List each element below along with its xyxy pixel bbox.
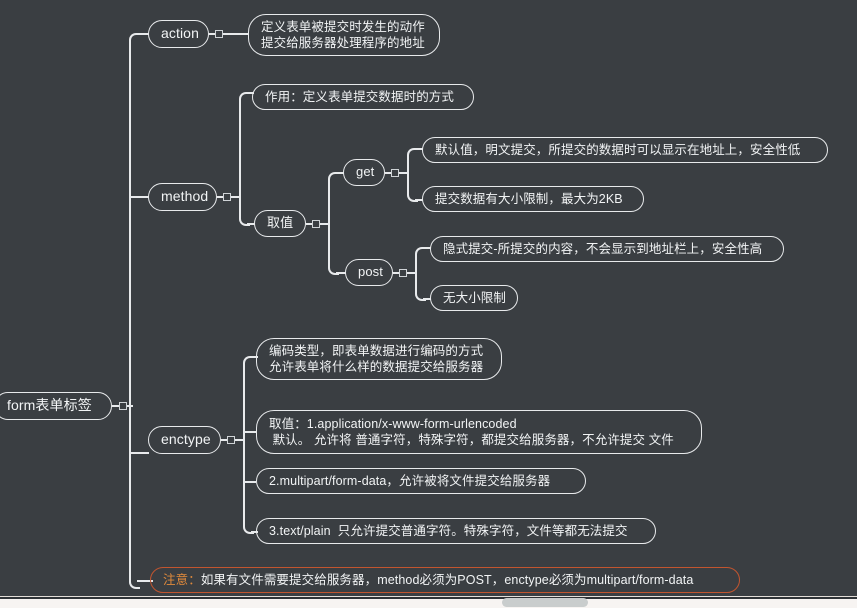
leaf-enctype-value-1-line-2: 默认。 允许将 普通字符，特殊字符，都提交给服务器，不允许提交 文件 <box>269 433 674 447</box>
connector-enctype-v1-in <box>243 431 256 433</box>
root-node-label: form表单标签 <box>7 397 92 414</box>
connector-method-purpose-elbow <box>239 92 250 108</box>
leaf-enctype-value-1[interactable]: 取值：1.application/x-www-form-urlencoded 默… <box>256 410 702 454</box>
connector-enctype-in <box>131 452 149 454</box>
leaf-post-no-size-limit[interactable]: 无大小限制 <box>430 285 518 311</box>
root-collapse-toggle[interactable] <box>119 402 127 410</box>
connector-enctype-v2-in <box>243 481 256 483</box>
branch-node-method[interactable]: method <box>148 183 217 211</box>
leaf-enctype-description-line-2: 允许表单将什么样的数据提交给服务器 <box>269 360 484 374</box>
leaf-method-purpose[interactable]: 作用：定义表单提交数据时的方式 <box>252 84 474 110</box>
leaf-get-size-limit-text: 提交数据有大小限制，最大为2KB <box>435 192 623 206</box>
connector-get-stub <box>399 172 407 174</box>
note-node-text: 注意：如果有文件需要提交给服务器，method必须为POST，enctype必须… <box>163 572 727 588</box>
connector-method-stub <box>231 196 239 198</box>
root-node[interactable]: form表单标签 <box>0 392 112 420</box>
leaf-enctype-value-3-text: 3.text/plain 只允许提交普通字符。特殊字符，文件等都无法提交 <box>269 524 628 538</box>
action-collapse-toggle[interactable] <box>215 30 223 38</box>
enctype-collapse-toggle[interactable] <box>227 436 235 444</box>
connector-method-subtrunk <box>239 106 241 217</box>
connector-enctype-subtrunk <box>243 370 245 518</box>
leaf-enctype-value-2[interactable]: 2.multipart/form-data，允许被将文件提交给服务器 <box>256 468 586 494</box>
connector-action-to-child <box>223 33 249 35</box>
leaf-enctype-description-line-1: 编码类型，即表单数据进行编码的方式 <box>269 344 484 358</box>
leaf-action-description[interactable]: 定义表单被提交时发生的动作 提交给服务器处理程序的地址 <box>248 14 440 56</box>
connector-enctype-desc-elbow <box>243 356 254 372</box>
branch-node-get[interactable]: get <box>343 159 385 186</box>
leaf-post-hidden-submit-text: 隐式提交-所提交的内容，不会显示到地址栏上，安全性高 <box>443 242 763 256</box>
branch-node-enctype-label: enctype <box>161 431 211 448</box>
branch-node-method-label: method <box>161 188 209 205</box>
method-values-collapse-toggle[interactable] <box>312 220 320 228</box>
branch-node-get-label: get <box>356 164 375 180</box>
post-collapse-toggle[interactable] <box>399 269 407 277</box>
branch-node-action-label: action <box>161 25 199 42</box>
horizontal-scrollbar-thumb[interactable] <box>502 598 588 607</box>
connector-trunk-top-elbow <box>129 33 140 49</box>
connector-values-subtrunk <box>328 186 330 266</box>
branch-node-action[interactable]: action <box>148 20 209 48</box>
leaf-get-default-text: 默认值，明文提交，所提交的数据时可以显示在地址上，安全性低 <box>435 143 801 157</box>
leaf-enctype-description[interactable]: 编码类型，即表单数据进行编码的方式 允许表单将什么样的数据提交给服务器 <box>256 338 502 380</box>
leaf-action-description-line-1: 定义表单被提交时发生的动作 <box>261 20 425 34</box>
get-collapse-toggle[interactable] <box>391 169 399 177</box>
connector-values-stub <box>320 223 328 225</box>
connector-enctype-stub <box>235 439 243 441</box>
scrollbar-top-edge <box>0 597 857 599</box>
leaf-enctype-value-2-text: 2.multipart/form-data，允许被将文件提交给服务器 <box>269 474 551 488</box>
branch-node-method-values-label: 取值 <box>267 215 294 231</box>
connector-post-leaf1-elbow <box>415 247 426 263</box>
connector-post-stub <box>407 272 415 274</box>
connector-get-elbow <box>328 172 339 188</box>
connector-get-leaf1-elbow <box>407 148 418 164</box>
note-node[interactable]: 注意：如果有文件需要提交给服务器，method必须为POST，enctype必须… <box>150 567 740 593</box>
leaf-get-default[interactable]: 默认值，明文提交，所提交的数据时可以显示在地址上，安全性低 <box>422 137 828 163</box>
leaf-post-no-size-limit-text: 无大小限制 <box>443 291 507 305</box>
method-collapse-toggle[interactable] <box>223 193 231 201</box>
connector-main-trunk <box>129 47 131 573</box>
branch-node-enctype[interactable]: enctype <box>148 426 221 454</box>
leaf-method-purpose-text: 作用：定义表单提交数据时的方式 <box>265 90 455 104</box>
branch-node-method-values[interactable]: 取值 <box>254 210 306 237</box>
branch-node-post-label: post <box>358 264 383 280</box>
note-node-prefix: 注意： <box>163 573 201 587</box>
leaf-post-hidden-submit[interactable]: 隐式提交-所提交的内容，不会显示到地址栏上，安全性高 <box>430 236 784 262</box>
horizontal-scrollbar[interactable] <box>0 596 857 608</box>
branch-node-post[interactable]: post <box>345 259 393 286</box>
leaf-enctype-value-3[interactable]: 3.text/plain 只允许提交普通字符。特殊字符，文件等都无法提交 <box>256 518 656 544</box>
mindmap-canvas[interactable]: form表单标签 action 定义表单被提交时发生的动作 提交给服务器处理程序… <box>0 0 857 596</box>
leaf-get-size-limit[interactable]: 提交数据有大小限制，最大为2KB <box>422 186 644 212</box>
leaf-enctype-value-1-line-1: 取值：1.application/x-www-form-urlencoded <box>269 417 517 431</box>
leaf-action-description-line-2: 提交给服务器处理程序的地址 <box>261 36 425 50</box>
connector-method-in <box>131 196 149 198</box>
note-node-body: 如果有文件需要提交给服务器，method必须为POST，enctype必须为mu… <box>200 573 694 587</box>
